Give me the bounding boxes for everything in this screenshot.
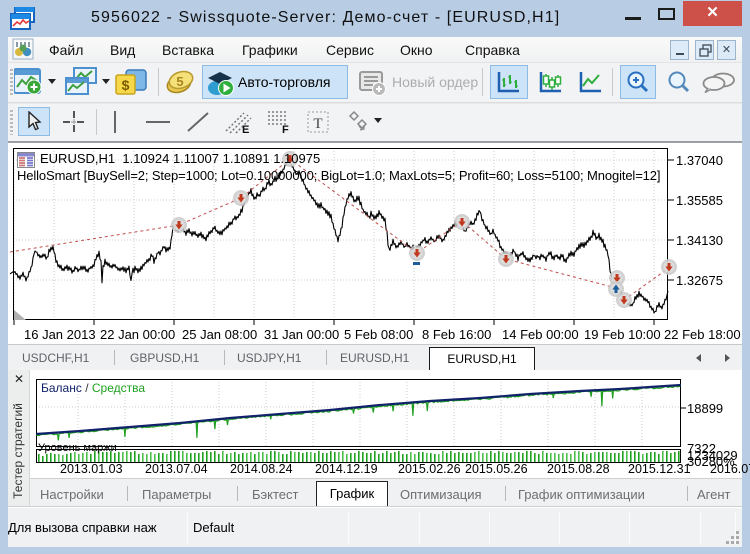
- svg-text:T: T: [313, 116, 322, 132]
- svg-text:5: 5: [176, 74, 183, 89]
- svg-text:E: E: [242, 124, 249, 135]
- svg-text:$: $: [122, 77, 130, 93]
- svg-text:F: F: [282, 124, 289, 135]
